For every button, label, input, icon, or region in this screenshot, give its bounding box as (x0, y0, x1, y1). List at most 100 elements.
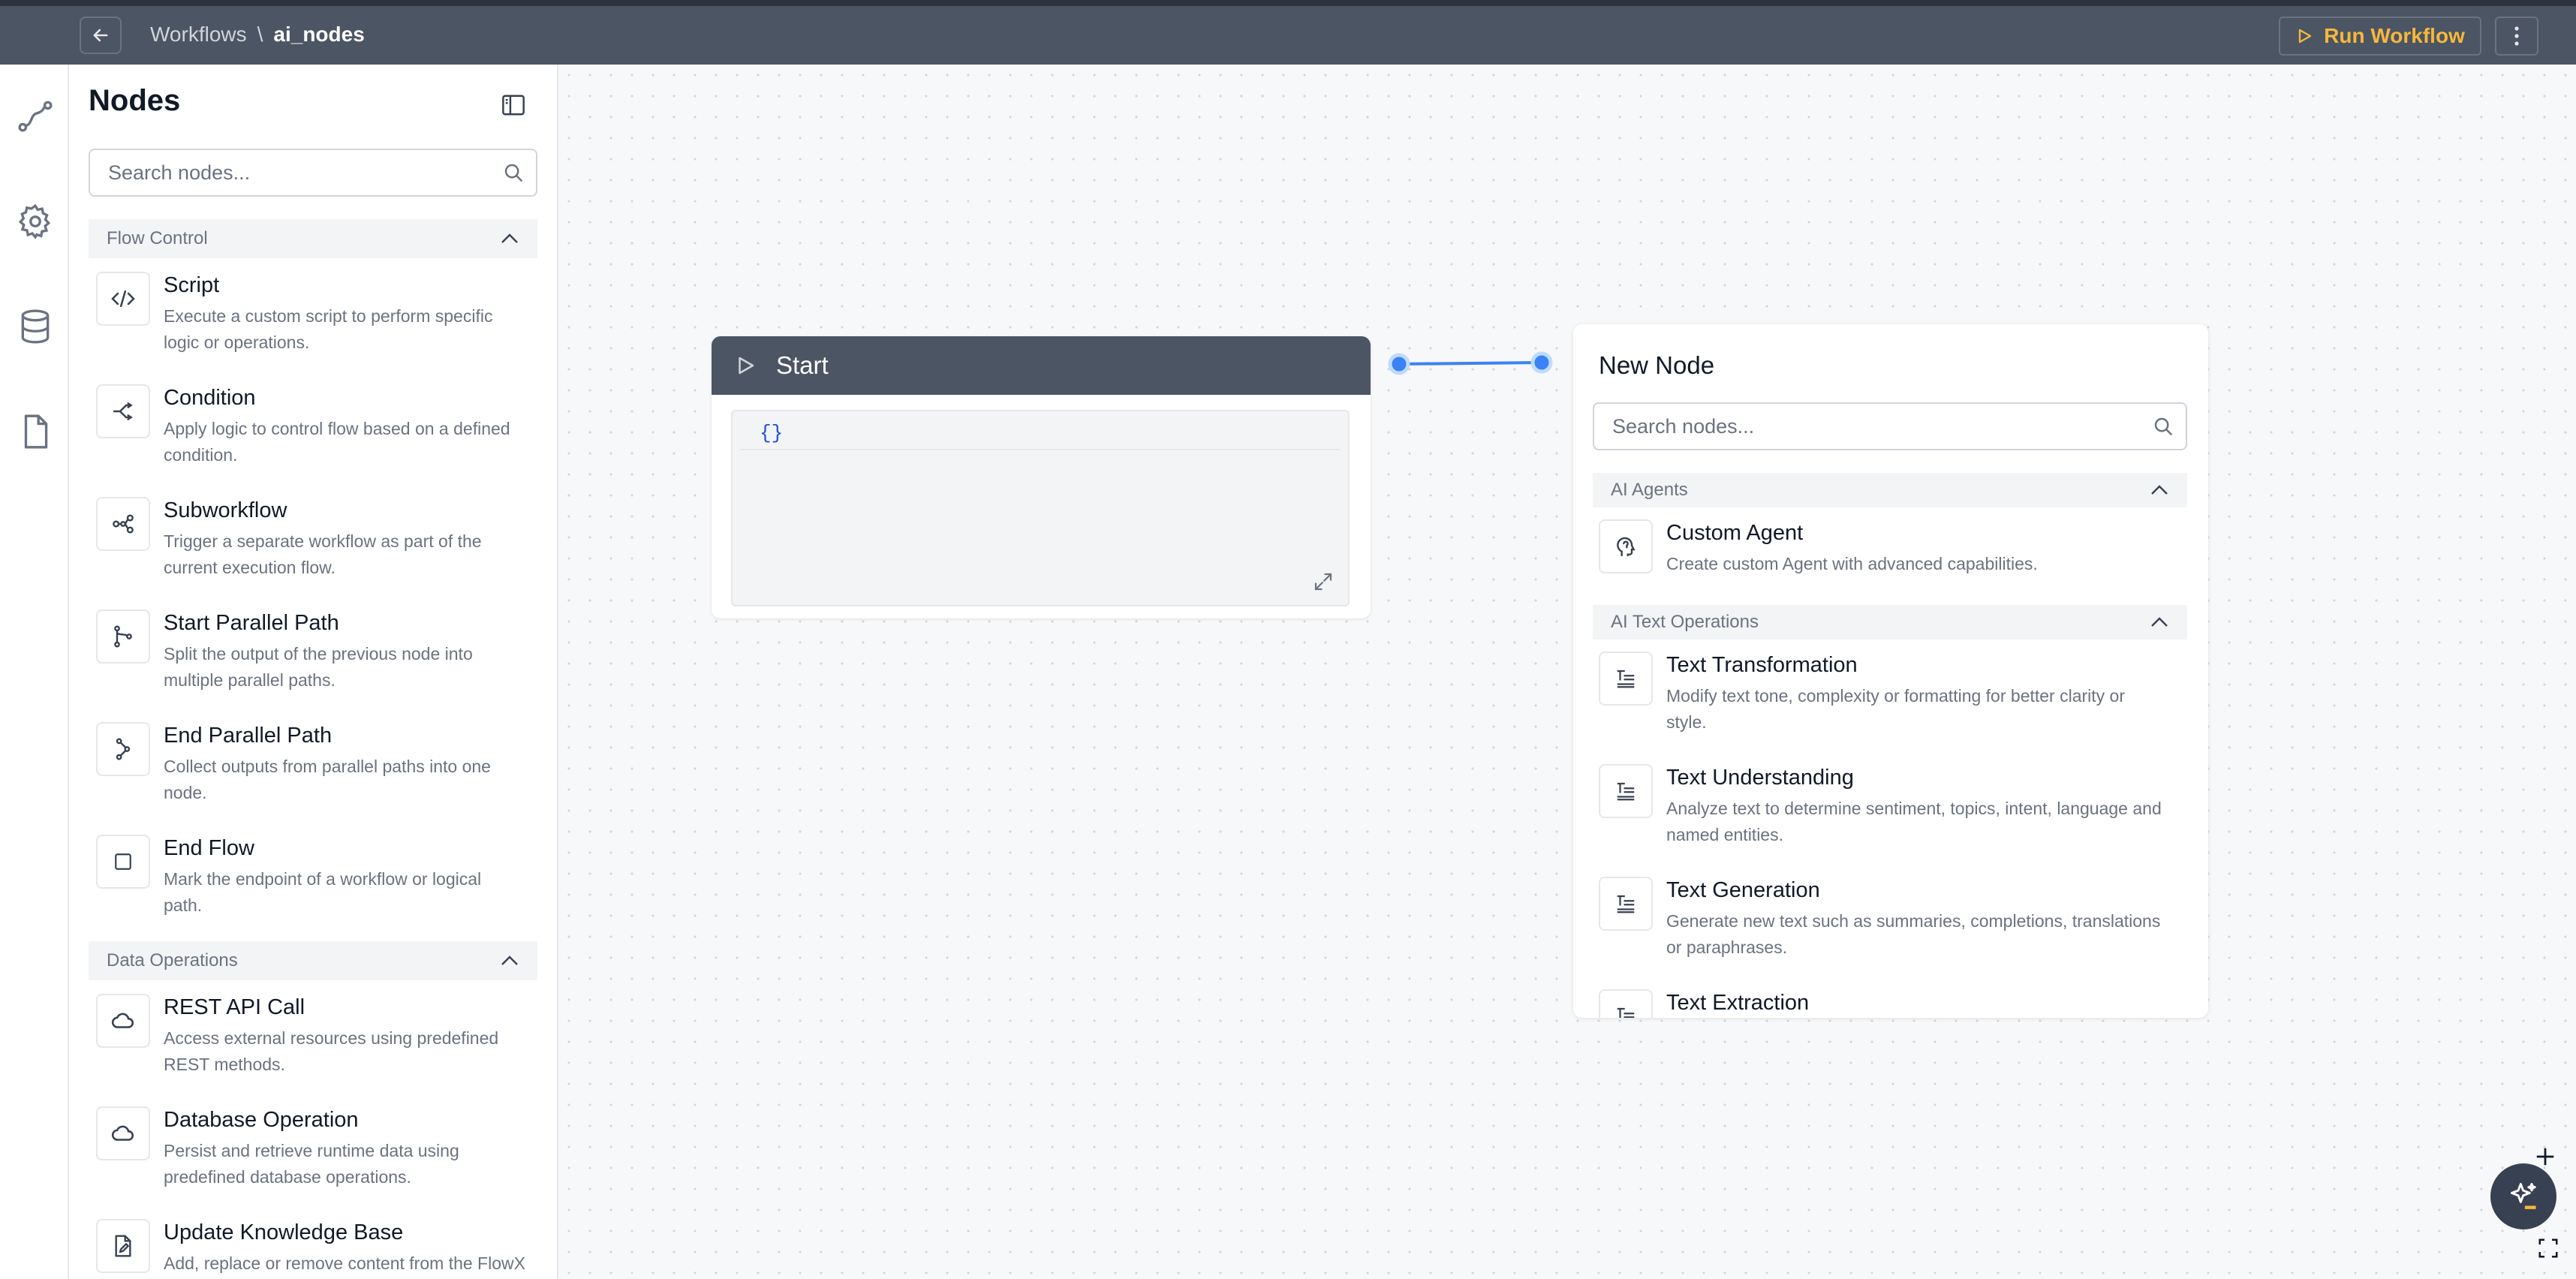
output-handle[interactable] (1388, 353, 1410, 375)
breadcrumb-workflows[interactable]: Workflows (150, 23, 247, 47)
top-bar: Workflows \ ai_nodes Run Workflow (0, 6, 2576, 65)
node-title: Text Understanding (1666, 766, 1854, 790)
text-align-icon (1599, 877, 1653, 931)
node-item-text-generation[interactable]: Text Generation Generate new text such as… (1599, 877, 2160, 961)
gear-icon[interactable] (17, 203, 54, 240)
node-desc: Collect outputs from parallel paths into… (164, 757, 491, 776)
search-icon[interactable] (2141, 415, 2186, 438)
node-title: Update Knowledge Base (164, 1220, 404, 1244)
node-desc: Apply logic to control flow based on a d… (164, 419, 510, 438)
node-desc: Add, replace or remove content from the … (164, 1253, 525, 1273)
node-desc: REST methods. (164, 1055, 285, 1074)
chevron-up-icon (501, 233, 518, 243)
node-desc: Trigger a separate workflow as part of t… (164, 531, 482, 551)
nodes-panel: Nodes Flow Control Script Execute a custo… (69, 65, 558, 1279)
node-item-database-operation[interactable]: Database Operation Persist and retrieve r… (96, 1106, 459, 1190)
fit-view-icon[interactable] (2537, 1237, 2559, 1263)
node-item-condition[interactable]: Condition Apply logic to control flow bas… (96, 384, 510, 468)
back-button[interactable] (80, 17, 122, 54)
breadcrumb-current: ai_nodes (273, 23, 365, 46)
node-desc: or paraphrases. (1666, 937, 1788, 957)
subworkflow-icon (96, 497, 150, 551)
node-desc: node. (164, 783, 207, 802)
text-align-icon (1599, 652, 1653, 706)
node-title: Custom Agent (1666, 521, 1804, 545)
section-data-operations[interactable]: Data Operations (89, 941, 537, 980)
node-connector (1388, 351, 1553, 375)
node-item-end-flow[interactable]: End Flow Mark the endpoint of a workflow … (96, 835, 481, 919)
node-title: End Parallel Path (164, 724, 333, 748)
text-align-icon (1599, 989, 1653, 1018)
cloud-icon (96, 1106, 150, 1160)
node-item-text-transformation[interactable]: Text Transformation Modify text tone, com… (1599, 652, 2125, 736)
node-item-script[interactable]: Script Execute a custom script to perform… (96, 272, 492, 356)
brain-icon (1599, 519, 1653, 573)
window-top-border (0, 0, 2576, 6)
fork-icon (96, 609, 150, 664)
more-options-button[interactable] (2495, 17, 2538, 56)
json-code: {} (760, 422, 784, 444)
node-item-subworkflow[interactable]: Subworkflow Trigger a separate workflow a… (96, 497, 482, 581)
node-desc: Split the output of the previous node in… (164, 644, 473, 664)
node-desc: Mark the endpoint of a workflow or logic… (164, 869, 482, 889)
chevron-up-icon (2151, 617, 2168, 627)
node-desc: current execution flow. (164, 558, 336, 577)
node-item-text-extraction[interactable]: Text Extraction (1599, 989, 1809, 1018)
section-ai-agents[interactable]: AI Agents (1593, 473, 2187, 507)
workflow-icon[interactable] (17, 98, 54, 135)
cloud-icon (96, 994, 150, 1048)
node-desc: multiple parallel paths. (164, 670, 336, 690)
ai-assistant-button[interactable] (2490, 1163, 2556, 1229)
section-ai-text-operations[interactable]: AI Text Operations (1593, 605, 2187, 640)
file-edit-icon (96, 1219, 150, 1273)
search-input[interactable] (90, 161, 491, 185)
start-node-title: Start (776, 351, 829, 379)
node-title: Condition (164, 386, 256, 410)
node-desc: Analyze text to determine sentiment, top… (1666, 799, 2162, 818)
node-title: Text Extraction (1666, 991, 1810, 1015)
node-desc: style. (1666, 712, 1707, 732)
search-input[interactable] (1594, 414, 2141, 438)
node-title: End Flow (164, 836, 254, 860)
start-node-header: Start (712, 336, 1371, 395)
node-desc: Execute a custom script to perform speci… (164, 306, 493, 326)
panel-title: Nodes (89, 84, 181, 117)
node-item-text-understanding[interactable]: Text Understanding Analyze text to determ… (1599, 764, 2162, 848)
node-desc: Generate new text such as summaries, com… (1666, 911, 2161, 931)
panel-search (89, 149, 537, 197)
workflow-canvas[interactable]: Start {} New Node AI Agents Custom (558, 65, 2576, 1279)
node-desc: path. (164, 895, 203, 915)
document-icon[interactable] (17, 413, 54, 450)
search-icon[interactable] (491, 161, 536, 184)
node-item-custom-agent[interactable]: Custom Agent Create custom Agent with adv… (1599, 519, 2038, 577)
collapse-panel-button[interactable] (498, 90, 528, 120)
text-align-icon (1599, 764, 1653, 818)
node-desc: Persist and retrieve runtime data using (164, 1141, 459, 1160)
sidebar-toggle-icon (502, 95, 525, 116)
input-handle[interactable] (1530, 351, 1553, 374)
section-flow-control[interactable]: Flow Control (89, 219, 537, 258)
node-desc: named entities. (1666, 825, 1783, 844)
square-stop-icon (96, 835, 150, 889)
node-item-start-parallel-path[interactable]: Start Parallel Path Split the output of t… (96, 609, 473, 694)
node-desc: Access external resources using predefin… (164, 1028, 499, 1048)
node-title: Subworkflow (164, 498, 287, 522)
run-workflow-button[interactable]: Run Workflow (2279, 17, 2481, 56)
expand-icon[interactable] (1312, 570, 1335, 597)
section-label: Flow Control (107, 228, 208, 248)
new-node-card: New Node AI Agents Custom Agent Create cu… (1573, 324, 2208, 1018)
json-editor[interactable]: {} (731, 410, 1350, 606)
node-desc: logic or operations. (164, 333, 310, 352)
node-item-rest-api-call[interactable]: REST API Call Access external resources u… (96, 994, 498, 1078)
node-item-end-parallel-path[interactable]: End Parallel Path Collect outputs from pa… (96, 722, 491, 806)
code-icon (96, 272, 150, 326)
more-vertical-icon (2514, 26, 2519, 46)
node-desc: Modify text tone, complexity or formatti… (1666, 686, 2126, 706)
new-node-title: New Node (1599, 351, 1715, 379)
breadcrumb-separator: \ (257, 23, 263, 46)
database-icon[interactable] (17, 308, 54, 345)
split-icon (96, 384, 150, 438)
start-node[interactable]: Start {} (712, 336, 1371, 618)
breadcrumb: Workflows \ ai_nodes (150, 23, 365, 47)
node-item-update-knowledge-base[interactable]: Update Knowledge Base Add, replace or rem… (96, 1219, 525, 1277)
